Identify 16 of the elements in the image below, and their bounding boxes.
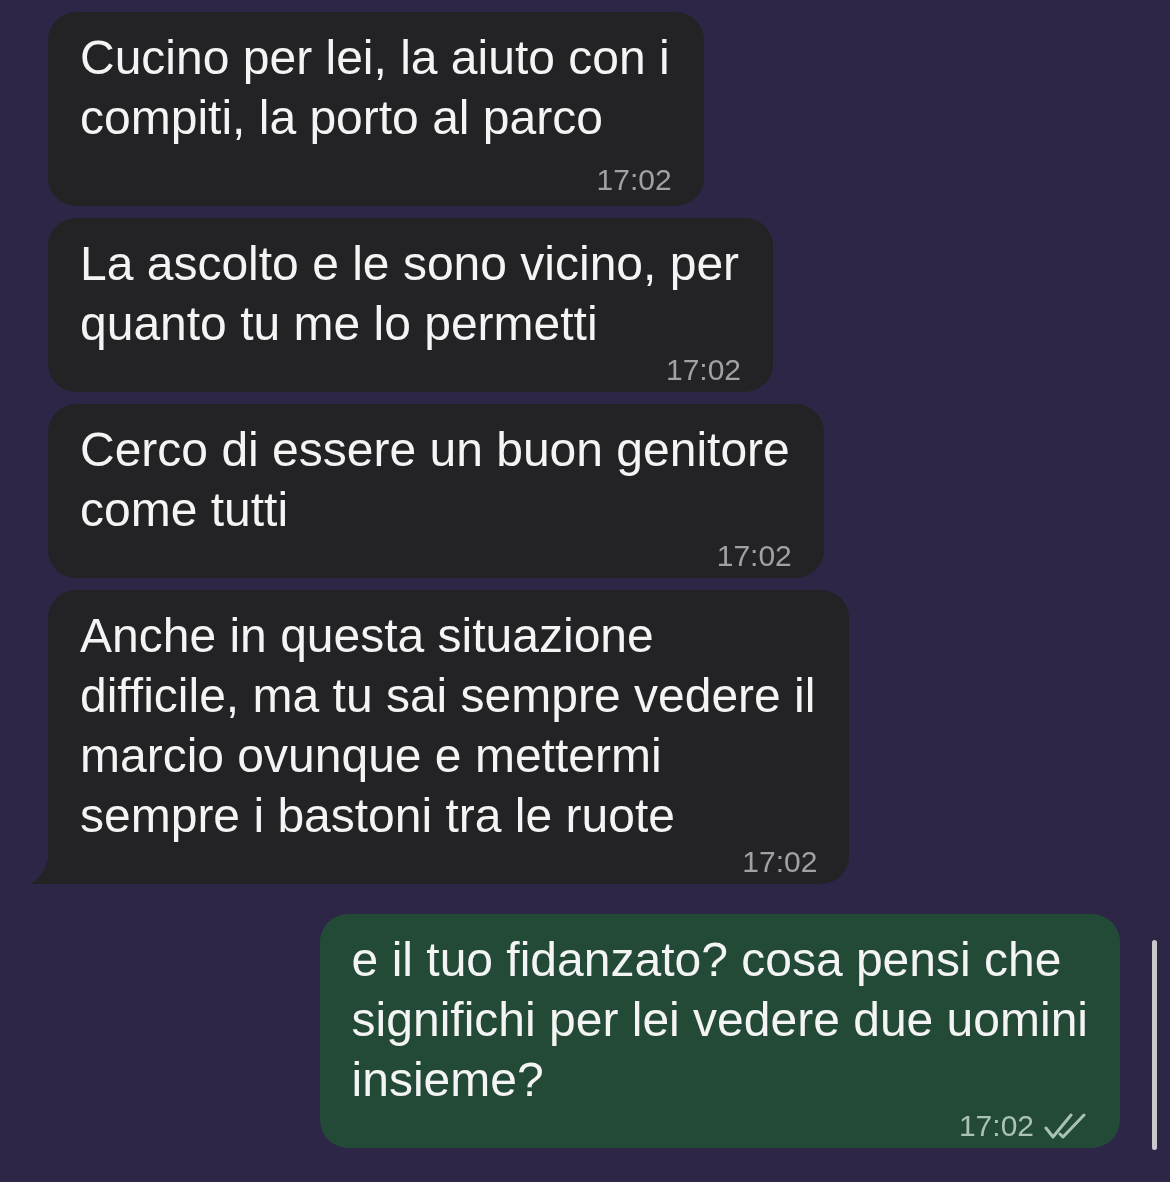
message-text: Cerco di essere un buon genitore come tutti (80, 422, 791, 538)
message-bubble[interactable]: Anche in questa situazione difficile, ma tu sai sempre vedere il marcio ovunque e mettermi sempre i bastoni tra le ruote 17:02 (48, 590, 850, 884)
message-bubble[interactable]: Cerco di essere un buon genitore come tutti 17:02 (48, 404, 824, 578)
message-time: 17:02 (716, 540, 792, 572)
message-text: La ascolto e le sono vicino, per quanto tu me lo permetti (80, 236, 741, 352)
message-time: 17:02 (958, 1110, 1034, 1142)
message-text: Cucino per lei, la aiuto con i compiti, la porto al parco (80, 30, 671, 146)
message-text: e il tuo fidanzato? cosa pensi che significhi per lei vedere due uomini insieme? (351, 932, 1089, 1108)
message-time: 17:02 (666, 354, 742, 386)
message-text: Anche in questa situazione difficile, ma tu sai sempre vedere il marcio ovunque e mettermi sempre i bastoni tra le ruote (80, 608, 817, 844)
message-time: 17:02 (742, 846, 818, 878)
scrollbar[interactable] (1152, 940, 1157, 1150)
message-bubble[interactable]: e il tuo fidanzato? cosa pensi che significhi per lei vedere due uomini insieme? 17:02 (319, 914, 1120, 1148)
message-time: 17:02 (596, 164, 672, 196)
message-bubble[interactable]: La ascolto e le sono vicino, per quanto tu me lo permetti 17:02 (48, 218, 774, 392)
message-bubble[interactable]: Cucino per lei, la aiuto con i compiti, la porto al parco 17:02 (48, 12, 704, 206)
